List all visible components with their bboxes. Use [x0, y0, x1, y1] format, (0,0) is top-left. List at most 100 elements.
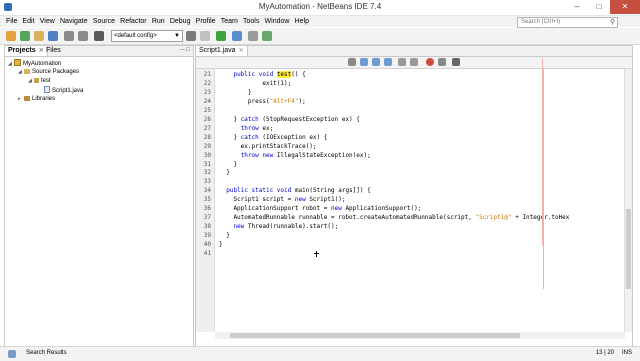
config-select[interactable]: <default config> ▼ [111, 30, 183, 42]
code-line: throw ex; [219, 124, 274, 133]
profile-icon[interactable] [248, 31, 258, 41]
menu-refactor[interactable]: Refactor [118, 16, 150, 27]
tree-label: Source Packages [32, 69, 80, 75]
tab-files[interactable]: Files [43, 46, 64, 56]
find-selection-icon[interactable] [360, 58, 368, 66]
tree-label: test [41, 78, 51, 84]
status-search-results[interactable]: Search Results [26, 350, 67, 356]
search-placeholder: Search (Ctrl+I) [521, 19, 561, 25]
find-previous-icon[interactable] [372, 58, 380, 66]
menu-file[interactable]: File [0, 16, 20, 27]
code-line: } [219, 168, 230, 177]
code-token: } [219, 169, 230, 177]
redo-icon[interactable] [78, 31, 88, 41]
keyword-token: public static void [226, 187, 292, 195]
tree-item-script1-java[interactable]: Script1.java [44, 86, 83, 94]
new-project-icon[interactable] [20, 31, 30, 41]
open-project-icon[interactable] [34, 31, 44, 41]
new-file-icon[interactable] [6, 31, 16, 41]
code-line: throw new IllegalStateException(ex); [219, 151, 371, 160]
tab-projects-label: Projects [8, 47, 36, 54]
close-icon[interactable]: ✕ [239, 48, 244, 54]
scroll-thumb[interactable] [626, 209, 631, 289]
stop-macro-icon[interactable] [438, 58, 446, 66]
find-next-icon[interactable] [384, 58, 392, 66]
keyword-token: new [330, 205, 342, 213]
code-token: exit(1); [219, 79, 292, 87]
highlighted-token: test [276, 71, 292, 78]
menu-team[interactable]: Team [218, 16, 240, 27]
line-number: 28 [203, 133, 211, 141]
code-line: AutomatedRunnable runnable = robot.creat… [219, 213, 569, 222]
undo-icon[interactable] [64, 31, 74, 41]
clean-build-icon[interactable] [200, 31, 210, 41]
code-token: } [219, 88, 252, 96]
projects-panel: Projects ✕ Files ─ □ ◢ MyAutomation ◢ Sourc… [4, 45, 194, 347]
menu-debug[interactable]: Debug [167, 16, 193, 27]
vertical-scrollbar[interactable] [624, 69, 632, 332]
editor-toolbar [196, 57, 632, 69]
window-title: MyAutomation - NetBeans IDE 7.4 [258, 2, 382, 11]
tree-label: Libraries [32, 96, 56, 102]
search-icon[interactable]: ⚲ [610, 18, 615, 27]
code-token: Script1 script = [219, 196, 295, 204]
menu-profile[interactable]: Profile [193, 16, 218, 27]
keyword-token: new [233, 223, 245, 231]
minimize-icon[interactable]: – [566, 0, 588, 14]
code-line: ex.printStackTrace(); [219, 142, 317, 151]
string-token: "Script1@" [475, 214, 512, 222]
menu-help[interactable]: Help [292, 16, 312, 27]
menu-source[interactable]: Source [90, 16, 117, 27]
menu-window[interactable]: Window [262, 16, 292, 27]
record-macro-icon[interactable] [426, 58, 434, 66]
menu-edit[interactable]: Edit [20, 16, 37, 27]
edge-marker [542, 58, 543, 246]
run-icon[interactable] [216, 31, 226, 41]
shift-right-icon[interactable] [410, 58, 418, 66]
keyword-token: throw [240, 124, 259, 132]
garbage-collect-icon[interactable] [262, 31, 272, 41]
scroll-thumb[interactable] [230, 333, 520, 338]
line-number: 24 [203, 97, 211, 105]
tree-item-test[interactable]: ◢ test [28, 77, 51, 85]
menu-run[interactable]: Run [149, 16, 167, 27]
save-all-icon[interactable] [48, 31, 58, 41]
tree-item-libraries[interactable]: ▸ Libraries [18, 95, 55, 103]
line-number: 41 [203, 250, 211, 257]
menu-view[interactable]: View [37, 16, 57, 27]
panel-controls-icon[interactable]: ─ □ [180, 47, 190, 53]
horizontal-scrollbar[interactable] [215, 332, 625, 339]
line-number: 32 [203, 169, 211, 177]
editor-tabs: Script1.java ✕ [196, 46, 632, 57]
code-token: } [219, 133, 241, 141]
tree-item-myautomation[interactable]: ◢ MyAutomation [8, 59, 61, 67]
libraries-icon [24, 96, 30, 101]
code-token: + Integer.toHex [511, 214, 570, 222]
comment-icon[interactable] [452, 58, 460, 66]
menu-navigate[interactable]: Navigate [57, 16, 90, 27]
code-line: } [219, 160, 237, 169]
maximize-icon[interactable]: □ [588, 0, 610, 14]
back-icon[interactable] [348, 58, 356, 66]
tab-script1-java[interactable]: Script1.java ✕ [196, 46, 248, 56]
code-token: } [219, 160, 238, 168]
code-area[interactable]: public void test() { exit(1); } press("A… [215, 69, 625, 332]
close-icon[interactable]: ✕ [610, 0, 640, 14]
code-line: } catch (StopRequestException ex) { [219, 115, 359, 124]
code-token: (IOException ex) { [258, 133, 328, 141]
build-icon[interactable] [186, 31, 196, 41]
search-input[interactable]: Search (Ctrl+I) ⚲ [517, 17, 618, 28]
tree-item-source-packages[interactable]: ◢ Source Packages [18, 68, 79, 76]
tab-projects[interactable]: Projects ✕ [5, 46, 48, 56]
code-line: } catch (IOException ex) { [219, 133, 327, 142]
keyword-token: catch [240, 133, 259, 141]
code-line: public void test() { [219, 70, 306, 79]
code-token: ApplicationSupport(); [341, 205, 422, 213]
code-token: main(String args[]) { [291, 187, 371, 195]
java-file-icon [44, 86, 50, 93]
shift-left-icon[interactable] [398, 58, 406, 66]
debug-icon[interactable] [232, 31, 242, 41]
menu-tools[interactable]: Tools [240, 16, 262, 27]
